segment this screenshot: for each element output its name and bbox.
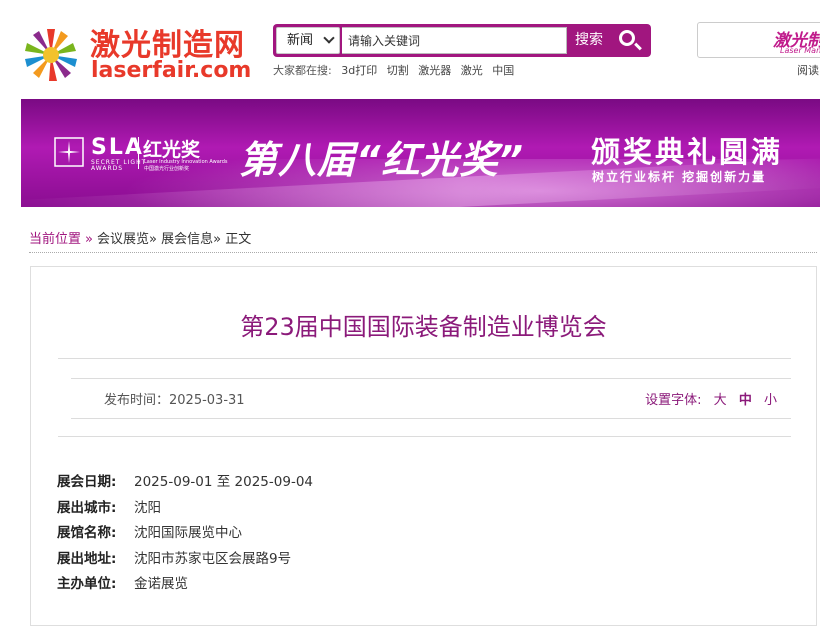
logo-english-name: laserfair.com xyxy=(91,58,252,83)
banner-headline: 第八届“红光奖” xyxy=(239,138,524,182)
title-divider xyxy=(58,358,791,359)
breadcrumb-item[interactable]: 会议展览 xyxy=(97,232,149,247)
article-panel: 第23届中国国际装备制造业博览会 发布时间：2025-03-31 设置字体: 大… xyxy=(30,266,817,626)
search-input[interactable] xyxy=(342,27,567,54)
font-size-large[interactable]: 大 xyxy=(714,393,727,408)
article-meta: 发布时间：2025-03-31 设置字体: 大 中 小 xyxy=(71,378,791,419)
search-icon xyxy=(619,30,635,46)
info-key: 展馆名称: xyxy=(57,525,117,541)
search-category-select[interactable]: 新闻 xyxy=(276,27,340,54)
font-size-control: 设置字体: 大 中 小 xyxy=(645,389,777,408)
banner-award-sub: 中国激光行业创新奖 xyxy=(144,166,190,172)
breadcrumb-current: 正文 xyxy=(225,232,252,247)
search-bar: 新闻 搜索 xyxy=(273,24,651,57)
publish-date-label: 发布时间： xyxy=(104,393,170,408)
banner-divider xyxy=(138,137,139,169)
info-row: 展馆名称: 沈阳国际展览中心 xyxy=(57,521,313,547)
header-ad[interactable]: 激光制 Laser Man xyxy=(697,22,820,58)
info-key: 主办单位: xyxy=(57,576,117,592)
laser-burst-icon xyxy=(25,29,77,81)
breadcrumb-separator: » xyxy=(149,232,157,247)
info-value: 金诺展览 xyxy=(134,576,188,592)
font-size-label: 设置字体: xyxy=(645,393,702,408)
meta-top-divider xyxy=(71,378,791,379)
info-key: 展出城市: xyxy=(57,499,117,516)
search-button[interactable]: 搜索 xyxy=(565,24,651,57)
exhibition-info: 展会日期: 2025-09-01 至 2025-09-04 展出城市: 沈阳 展馆名… xyxy=(57,470,313,598)
breadcrumb-item[interactable]: 展会信息 xyxy=(161,232,213,247)
info-value: 2025-09-01 至 2025-09-04 xyxy=(134,474,313,490)
hot-search-link[interactable]: 切割 xyxy=(387,64,409,77)
content-divider xyxy=(58,436,791,437)
publish-date: 发布时间：2025-03-31 xyxy=(104,389,245,408)
site-header: 激光制造网 laserfair.com 新闻 搜索 大家都在搜: 3d打印 切割… xyxy=(0,0,820,96)
header-ad-subtitle: Laser Man xyxy=(780,46,820,55)
font-size-medium[interactable]: 中 xyxy=(739,393,752,408)
search-category-value: 新闻 xyxy=(287,33,314,48)
banner-sla-text: SLA xyxy=(91,135,144,160)
search-button-label: 搜索 xyxy=(575,32,603,48)
hot-search-label: 大家都在搜: xyxy=(273,64,332,77)
hot-search-words: 大家都在搜: 3d打印 切割 激光器 激光 中国 xyxy=(273,62,520,78)
breadcrumb-home[interactable]: 当前位置 xyxy=(29,232,81,247)
hot-search-link[interactable]: 中国 xyxy=(492,64,514,77)
meta-bottom-divider xyxy=(71,418,791,419)
info-row: 展出城市: 沈阳 xyxy=(57,496,313,522)
promo-banner[interactable]: SLA SECRET LIGHT AWARDS 红光奖 Laser Indust… xyxy=(21,99,820,207)
info-key: 展会日期: xyxy=(57,474,117,490)
sla-logo-icon xyxy=(54,137,84,167)
info-row: 展出地址: 沈阳市苏家屯区会展路9号 xyxy=(57,547,313,573)
info-value: 沈阳市苏家屯区会展路9号 xyxy=(134,550,292,567)
info-key: 展出地址: xyxy=(57,550,117,567)
site-logo[interactable]: 激光制造网 laserfair.com xyxy=(20,18,252,84)
info-row: 展会日期: 2025-09-01 至 2025-09-04 xyxy=(57,470,313,496)
hot-search-link[interactable]: 激光器 xyxy=(418,64,451,77)
breadcrumb-separator: » xyxy=(213,232,222,247)
info-row: 主办单位: 金诺展览 xyxy=(57,572,313,598)
font-size-small[interactable]: 小 xyxy=(764,393,777,408)
header-ad-caption[interactable]: 阅读 xyxy=(797,62,819,78)
banner-award-name: 红光奖 xyxy=(143,139,201,161)
info-value: 沈阳 xyxy=(134,499,161,516)
banner-sla-sub: AWARDS xyxy=(91,165,124,172)
breadcrumb-separator: » xyxy=(85,232,93,247)
chevron-down-icon xyxy=(323,32,335,44)
publish-date-value: 2025-03-31 xyxy=(169,393,245,408)
banner-slogan: 树立行业标杆 挖掘创新力量 xyxy=(592,170,767,184)
article-title: 第23届中国国际装备制造业博览会 xyxy=(240,313,607,341)
breadcrumb: 当前位置» 会议展览» 展会信息» 正文 xyxy=(29,228,251,247)
breadcrumb-divider xyxy=(29,252,817,253)
hot-search-link[interactable]: 激光 xyxy=(461,64,483,77)
banner-headline-secondary: 颁奖典礼圆满 xyxy=(591,135,784,169)
info-value: 沈阳国际展览中心 xyxy=(134,525,242,541)
hot-search-link[interactable]: 3d打印 xyxy=(341,64,377,77)
